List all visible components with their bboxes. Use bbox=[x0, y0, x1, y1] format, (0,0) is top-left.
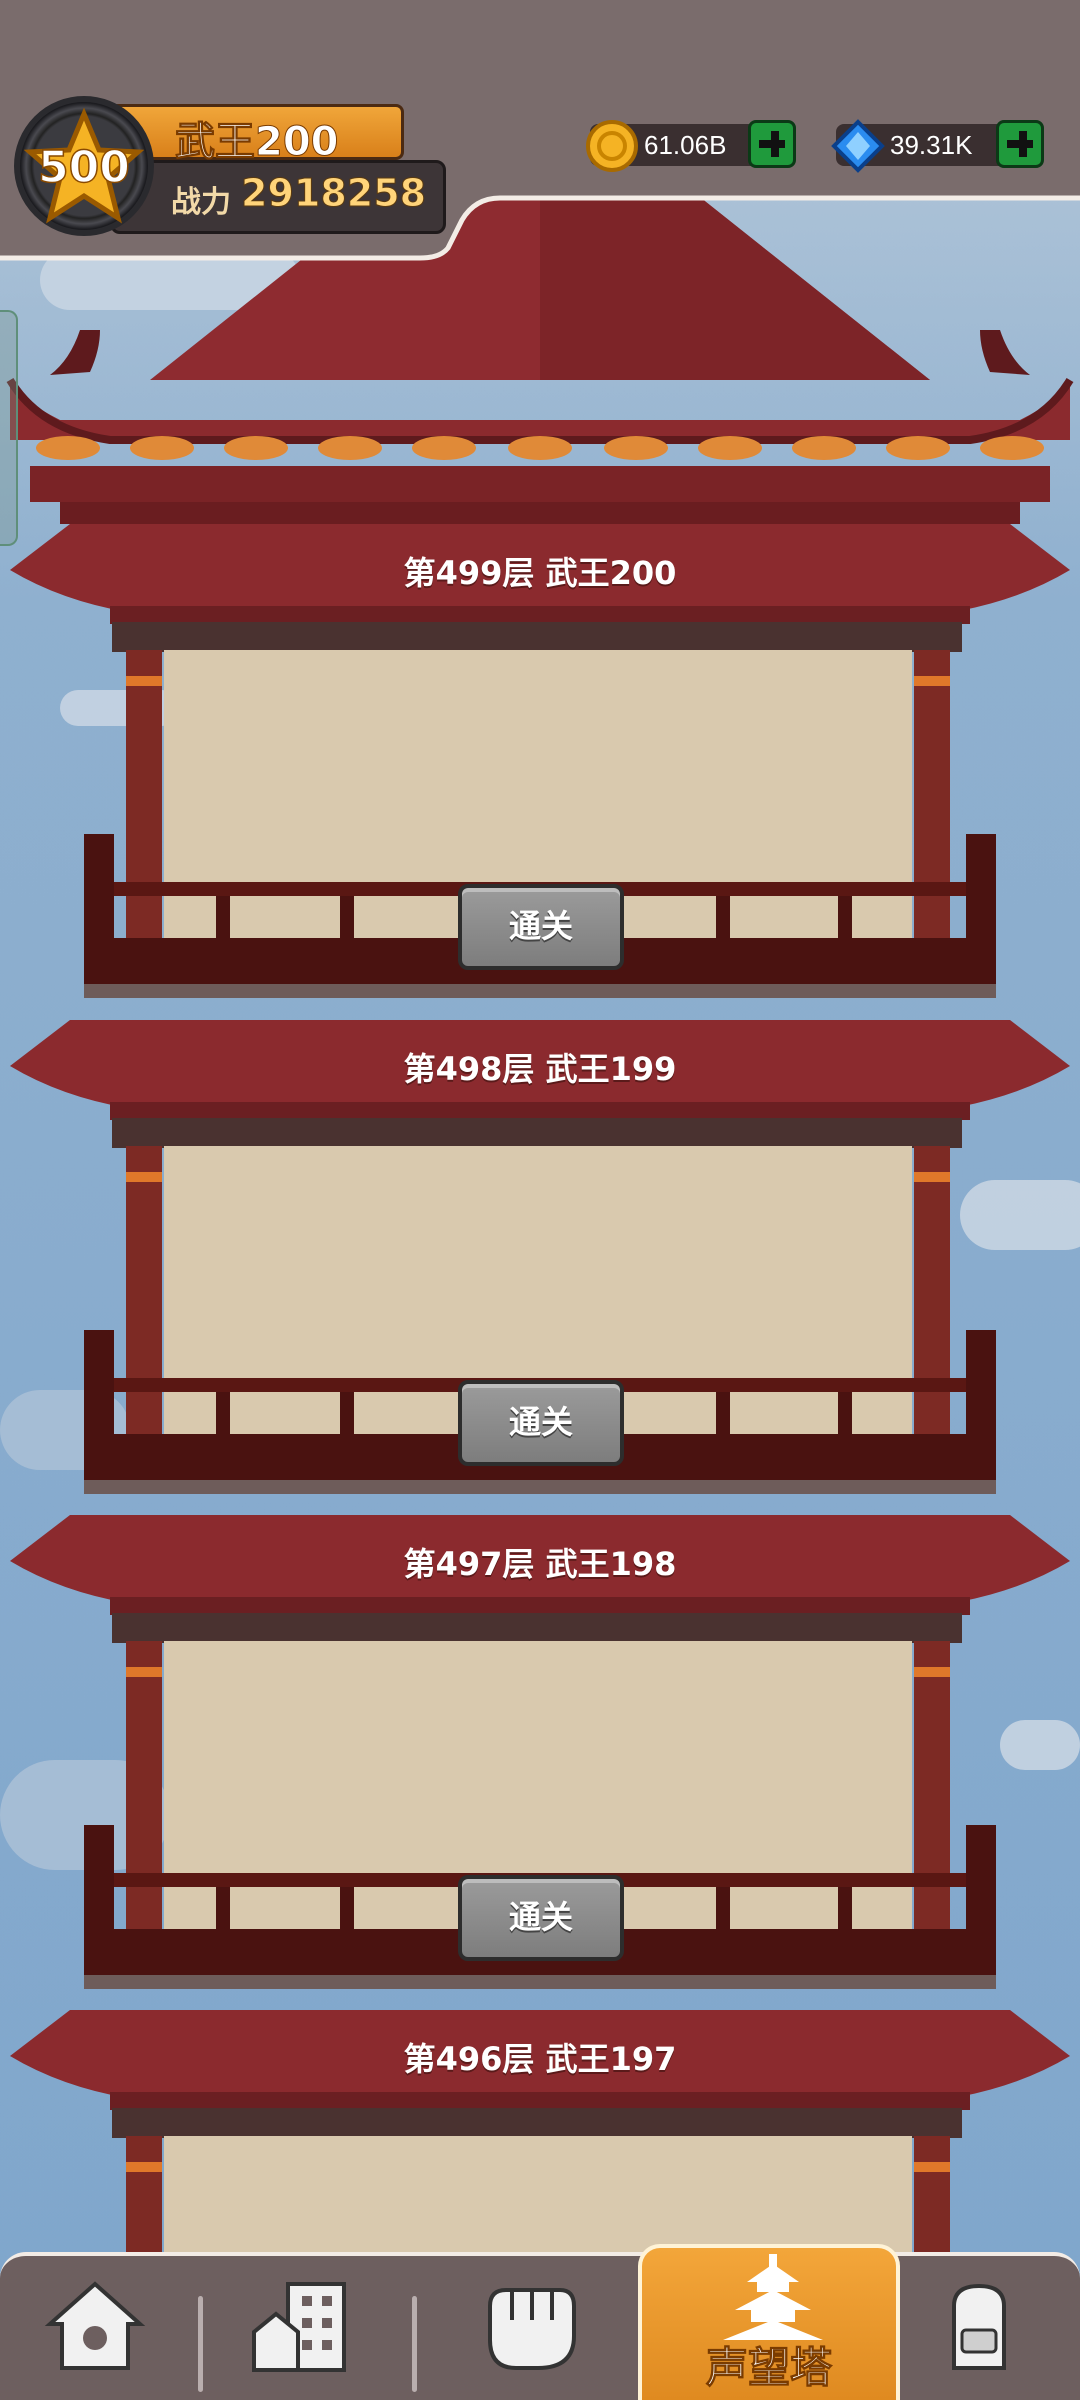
gold-value: 61.06B bbox=[644, 130, 727, 160]
floor-label: 第496层 武王197 bbox=[403, 2040, 677, 2078]
nav-backpack[interactable] bbox=[924, 2276, 1044, 2386]
nav-buildings[interactable] bbox=[246, 2276, 366, 2386]
power-label: 战力 bbox=[171, 185, 231, 220]
nav-separator bbox=[412, 2296, 417, 2392]
gold-counter: 61.06B bbox=[586, 120, 796, 172]
power-plate: 战力 2918258 bbox=[110, 160, 446, 234]
player-name-plate: 武王200 bbox=[110, 104, 404, 166]
floor-label: 第498层 武王199 bbox=[403, 1050, 677, 1088]
add-gold-button[interactable] bbox=[748, 120, 796, 168]
nav-battle[interactable] bbox=[476, 2276, 596, 2386]
gem-value: 39.31K bbox=[890, 130, 973, 160]
bottom-nav bbox=[0, 2252, 1080, 2400]
backpack-icon bbox=[952, 2283, 1006, 2370]
floor-label: 第499层 武王200 bbox=[403, 554, 677, 592]
player-level: 500 bbox=[37, 141, 130, 194]
clear-floor-button[interactable]: 通关 bbox=[458, 1875, 624, 1961]
player-avatar[interactable]: 500 bbox=[14, 96, 154, 236]
buildings-icon bbox=[252, 2282, 346, 2372]
gem-counter: 39.31K bbox=[831, 119, 1044, 173]
side-drawer-tab[interactable] bbox=[0, 310, 18, 546]
power-value: 2918258 bbox=[240, 171, 427, 216]
nav-active-label: 声望塔 bbox=[705, 2343, 832, 2393]
fist-icon bbox=[488, 2288, 576, 2370]
add-gems-button[interactable] bbox=[996, 120, 1044, 168]
floor-label: 第497层 武王198 bbox=[403, 1545, 677, 1583]
clear-floor-button[interactable]: 通关 bbox=[458, 884, 624, 970]
nav-home[interactable] bbox=[40, 2276, 160, 2386]
clear-floor-button[interactable]: 通关 bbox=[458, 1380, 624, 1466]
nav-separator bbox=[198, 2296, 203, 2392]
home-icon bbox=[44, 2281, 146, 2370]
blue-gem-icon bbox=[831, 119, 885, 173]
player-name: 武王200 bbox=[175, 119, 339, 166]
nav-reputation-tower[interactable]: 声望塔 bbox=[638, 2244, 900, 2400]
gold-coin-icon bbox=[586, 120, 638, 172]
pagoda-icon bbox=[723, 2254, 823, 2340]
